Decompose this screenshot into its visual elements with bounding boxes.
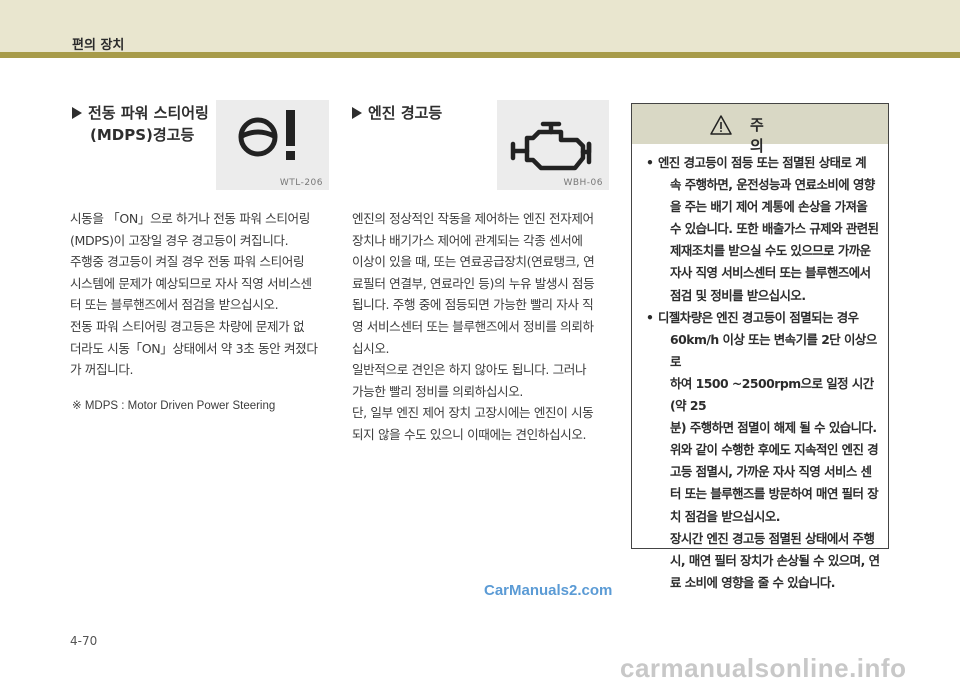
- body-line: 엔진의 정상적인 작동을 제어하는 엔진 전자제어: [352, 211, 594, 226]
- engine-check-icon: [510, 121, 592, 171]
- caution-line: 장시간 엔진 경고등 점멸된 상태에서 주행: [670, 530, 875, 546]
- mdps-warning-icon-box: WTL-206: [216, 100, 329, 190]
- header-divider: [0, 52, 960, 58]
- body-line: 시동을 「ON」으로 하거나 전동 파워 스티어링: [70, 211, 310, 226]
- body-line: 시스템에 문제가 예상되므로 자사 직영 서비스센: [70, 275, 312, 291]
- body-line: 이상이 있을 때, 또는 연료공급장치(연료탱크, 연: [352, 254, 595, 270]
- caution-line: 치 점검을 받으십시오.: [670, 508, 780, 524]
- mdps-footnote: ※ MDPS : Motor Driven Power Steering: [72, 400, 276, 412]
- body-line: 주행중 경고등이 켜질 경우 전동 파워 스티어링: [70, 254, 305, 270]
- body-line: 일반적으로 견인은 하지 않아도 됩니다. 그러나: [352, 362, 587, 378]
- caution-line: 제재조치를 받으실 수도 있으므로 가까운: [670, 243, 871, 259]
- caution-line: 분) 주행하면 점멸이 해제 될 수 있습니다.: [670, 420, 877, 436]
- engine-body: 엔진의 정상적인 작동을 제어하는 엔진 전자제어 장치나 배기가스 제어에 관…: [352, 208, 614, 446]
- section-title: 편의 장치: [72, 38, 125, 53]
- caution-line: 엔진 경고등이 점등 또는 점멸된 상태로 계: [658, 155, 867, 170]
- warning-triangle-icon: [710, 115, 732, 135]
- engine-warning-icon-box: WBH-06: [497, 100, 609, 190]
- mdps-heading: 전동 파워 스티어링 (MDPS)경고등: [72, 102, 209, 146]
- caution-line: 터 또는 블루핸즈를 방문하여 매연 필터 장: [670, 486, 879, 502]
- caution-box: 주 의 • 엔진 경고등이 점등 또는 점멸된 상태로 계 속 주행하면, 운전…: [631, 103, 889, 590]
- caution-line: 료 소비에 영향을 줄 수 있습니다.: [670, 574, 835, 590]
- body-line: 단, 일부 엔진 제어 장치 고장시에는 엔진이 시동: [352, 405, 594, 421]
- watermark-link[interactable]: CarManuals2.com: [484, 582, 612, 599]
- body-line: 장치나 배기가스 제어에 관계되는 각종 센서에: [352, 232, 583, 248]
- watermark-text: carmanualsonline.info: [620, 653, 907, 683]
- body-line: 되지 않을 수도 있으니 이때에는 견인하십시오.: [352, 426, 587, 442]
- body-line: 더라도 시동「ON」상태에서 약 3초 동안 켜졌다: [70, 340, 318, 356]
- body-line: 가능한 빨리 정비를 의뢰하십시오.: [352, 383, 524, 399]
- caution-line: 60km/h 이상 또는 변속기를 2단 이상으로: [670, 331, 877, 369]
- body-line: 십시오.: [352, 340, 390, 356]
- caution-title: 주 의: [750, 116, 808, 155]
- caution-line: 시, 매연 필터 장치가 손상될 수 있으며, 연: [670, 552, 880, 568]
- body-line: 됩니다. 주행 중에 점등되면 가능한 빨리 자사 직: [352, 297, 594, 313]
- bullet: •: [646, 155, 654, 170]
- steering-warning-icon: [238, 110, 295, 160]
- body-line: 가 꺼집니다.: [70, 362, 134, 378]
- engine-heading: 엔진 경고등: [352, 102, 442, 124]
- caution-item: • 디젤차량은 엔진 경고등이 점멸되는 경우 60km/h 이상 또는 변속기…: [644, 307, 884, 594]
- caution-line: 디젤차량은 엔진 경고등이 점멸되는 경우: [658, 309, 859, 325]
- page-header: 편의 장치: [0, 0, 960, 58]
- caution-line: 속 주행하면, 운전성능과 연료소비에 영향: [670, 177, 875, 193]
- body-line: 전동 파워 스티어링 경고등은 차량에 문제가 없: [70, 318, 305, 334]
- triangle-bullet-icon: [72, 107, 82, 119]
- caution-line: 고등 점멸시, 가까운 자사 직영 서비스 센: [670, 464, 872, 480]
- body-line: 터 또는 블루핸즈에서 점검을 받으십시오.: [70, 297, 279, 313]
- caution-list: • 엔진 경고등이 점등 또는 점멸된 상태로 계 속 주행하면, 운전성능과 …: [644, 152, 884, 594]
- icon-caption: WBH-06: [563, 178, 603, 188]
- caution-item: • 엔진 경고등이 점등 또는 점멸된 상태로 계 속 주행하면, 운전성능과 …: [644, 152, 884, 307]
- triangle-bullet-icon: [352, 107, 362, 119]
- mdps-body: 시동을 「ON」으로 하거나 전동 파워 스티어링 (MDPS)이 고장일 경우…: [70, 208, 332, 381]
- bullet: •: [646, 309, 654, 325]
- body-line: 료필터 연결부, 연료라인 등)의 누유 발생시 점등: [352, 275, 595, 291]
- caution-line: 하여 1500 ~2500rpm으로 일정 시간(약 25: [670, 375, 874, 414]
- caution-line: 자사 직영 서비스센터 또는 블루핸즈에서: [670, 265, 871, 281]
- body-line: (MDPS)이 고장일 경우 경고등이 켜집니다.: [70, 232, 289, 248]
- icon-caption: WTL-206: [279, 178, 323, 188]
- caution-line: 수 있습니다. 또한 배출가스 규제와 관련된: [670, 221, 879, 237]
- body-line: 영 서비스센터 또는 블루핸즈에서 정비를 의뢰하: [352, 318, 594, 334]
- caution-line: 위와 같이 수행한 후에도 지속적인 엔진 경: [670, 442, 879, 458]
- caution-line: 점검 및 정비를 받으십시오.: [670, 287, 806, 303]
- caution-line: 을 주는 배기 제어 계통에 손상을 가져올: [670, 199, 868, 215]
- page-number: 4-70: [70, 634, 98, 648]
- caution-header: 주 의: [632, 104, 888, 155]
